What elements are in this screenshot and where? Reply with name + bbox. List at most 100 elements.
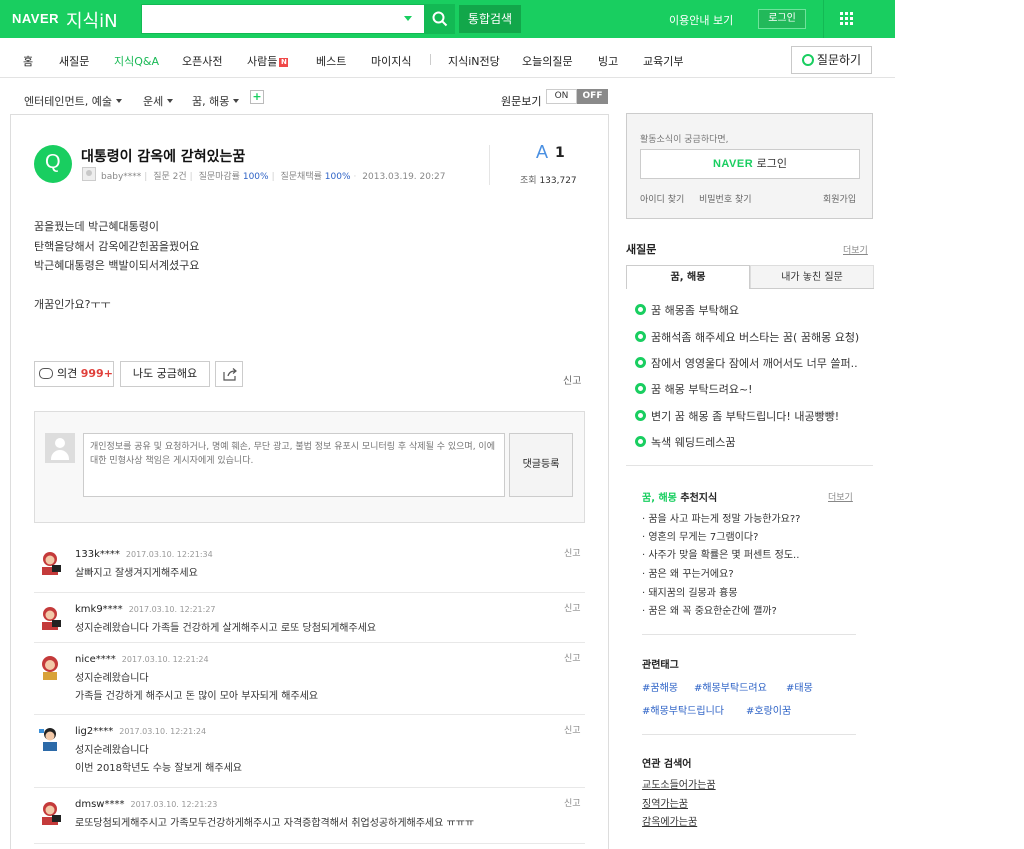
recommended-item[interactable]: · 돼지꿈의 길몽과 흉몽 <box>642 584 738 599</box>
new-badge: N <box>279 58 289 67</box>
nav-home[interactable]: 홈 <box>23 53 33 69</box>
reply-line: 가족들 건강하게 해주시고 돈 많이 모아 부자되게 해주세요 <box>75 691 319 702</box>
login-button[interactable]: 로그인 <box>758 9 806 29</box>
reply-author[interactable]: dmsw**** <box>75 799 124 810</box>
breadcrumb-dream[interactable]: 꿈, 해몽 <box>192 93 240 109</box>
tab-dream-interpretation[interactable]: 꿈, 해몽 <box>626 265 750 289</box>
chevron-down-icon <box>167 99 174 103</box>
question-badge-letter: Q <box>45 151 61 173</box>
reply-author[interactable]: 133k**** <box>75 549 120 560</box>
nav-people[interactable]: 사람들 N <box>247 53 289 69</box>
tag-link[interactable]: #해몽부탁드립니다 <box>642 702 724 717</box>
comment-input[interactable] <box>83 433 505 497</box>
recommended-item[interactable]: · 사주가 맞을 확률은 몇 퍼센트 정도.. <box>642 546 799 561</box>
search-input[interactable] <box>142 5 392 33</box>
related-keyword-link[interactable]: 교도소들어가는꿈 <box>642 776 716 791</box>
app-grid-icon[interactable] <box>840 12 854 26</box>
reply-line: 이번 2018학년도 수능 잘보게 해주세요 <box>75 763 242 774</box>
tab-missed-questions[interactable]: 내가 놓친 질문 <box>750 265 874 289</box>
reply-author[interactable]: lig2**** <box>75 726 113 737</box>
reply-header: dmsw**** 2017.03.10. 12:21:23 <box>75 799 217 810</box>
report-reply-link[interactable]: 신고 <box>564 601 581 614</box>
nav-best[interactable]: 베스트 <box>316 53 346 69</box>
recommended-item[interactable]: · 꿈은 왜 꼭 중요한순간에 깰까? <box>642 602 777 617</box>
close-rate: 100% <box>242 172 269 182</box>
report-question-link[interactable]: 신고 <box>563 372 581 387</box>
author-avatar[interactable] <box>82 167 96 181</box>
integrated-search-button[interactable]: 통합검색 <box>459 5 521 33</box>
new-question-item[interactable]: 잠에서 영영울다 잠에서 깨어서도 너무 쓸퍼.. <box>635 355 858 371</box>
reply-author[interactable]: kmk9**** <box>75 604 123 615</box>
recommended-item[interactable]: · 영혼의 무게는 7그램이다? <box>642 528 758 543</box>
opinion-button[interactable]: 의견 999+ <box>34 361 114 387</box>
reply-line: 성지순례왔습니다 가족들 건강하게 살게해주시고 로또 당첨되게해주세요 <box>75 623 377 634</box>
tag-link[interactable]: #태몽 <box>786 679 813 694</box>
reply-line: 로또당첨되게해주시고 가족모두건강하게해주시고 자격증합격해서 취업성공하게해주… <box>75 818 475 829</box>
view-number: 133,727 <box>539 176 577 186</box>
opinion-count: 999+ <box>80 367 113 380</box>
nav-kin-qa[interactable]: 지식Q&A <box>114 53 159 69</box>
crumb-label: 운세 <box>143 95 164 108</box>
user-avatar-icon <box>45 433 75 463</box>
new-question-item[interactable]: 꿈 해몽 부탁드려요~! <box>635 381 753 397</box>
reply-header: lig2**** 2017.03.10. 12:21:24 <box>75 726 206 737</box>
breadcrumb-entertainment[interactable]: 엔터테인먼트, 예술 <box>24 93 122 109</box>
recommended-item[interactable]: · 꿈을 사고 파는게 정말 가능한가요?? <box>642 510 801 525</box>
recommended-more-link[interactable]: 더보기 <box>828 490 853 503</box>
kin-logo[interactable]: 지식iN <box>66 7 118 33</box>
nav-hall-of-fame[interactable]: 지식iN전당 <box>448 53 500 69</box>
me-too-curious-button[interactable]: 나도 궁금해요 <box>120 361 210 387</box>
answer-count[interactable]: 1 <box>555 145 565 161</box>
join-link[interactable]: 회원가입 <box>823 192 856 205</box>
new-question-item[interactable]: 녹색 웨딩드레스꿈 <box>635 434 735 450</box>
nav-education-donation[interactable]: 교육기부 <box>643 53 683 69</box>
report-reply-link[interactable]: 신고 <box>564 651 581 664</box>
new-question-item[interactable]: 변기 꿈 해몽 좀 부탁드립니다! 내공빵빵! <box>635 408 839 424</box>
author-id[interactable]: baby**** <box>101 172 141 182</box>
nav-today-question[interactable]: 오늘의질문 <box>522 53 573 69</box>
report-reply-link[interactable]: 신고 <box>564 796 581 809</box>
comment-write-area: 댓글등록 <box>34 411 585 523</box>
ask-question-button[interactable]: 질문하기 <box>791 46 872 74</box>
naver-login-button[interactable]: NAVER 로그인 <box>640 149 860 179</box>
find-password-link[interactable]: 비밀번호 찾기 <box>699 192 752 205</box>
original-view-off-toggle[interactable]: OFF <box>577 89 608 104</box>
share-icon <box>223 368 237 381</box>
new-question-label: 변기 꿈 해몽 좀 부탁드립니다! 내공빵빵! <box>651 410 840 423</box>
nav-my-kin[interactable]: 마이지식 <box>371 53 411 69</box>
related-tags-title: 관련태그 <box>642 660 679 671</box>
speech-bubble-icon <box>39 368 53 379</box>
related-keyword-link[interactable]: 징역가는꿈 <box>642 795 688 810</box>
search-dropdown-icon[interactable] <box>404 16 412 21</box>
breadcrumb-fortune[interactable]: 운세 <box>143 93 174 109</box>
original-view-on-toggle[interactable]: ON <box>546 89 577 104</box>
reply-line: 살빠지고 잘생겨지게해주세요 <box>75 568 198 579</box>
nav-bingo[interactable]: 빙고 <box>598 53 618 69</box>
naver-logo[interactable]: NAVER <box>12 11 59 26</box>
guide-link[interactable]: 이용안내 보기 <box>669 12 733 28</box>
divider <box>642 734 856 735</box>
search-button[interactable] <box>425 4 455 34</box>
reply-header: nice**** 2017.03.10. 12:21:24 <box>75 654 209 665</box>
recommended-item[interactable]: · 꿈은 왜 꾸는거에요? <box>642 565 734 580</box>
related-keyword-link[interactable]: 감옥에가는꿈 <box>642 813 697 828</box>
tag-link[interactable]: #해몽부탁드려요 <box>694 679 767 694</box>
add-interest-button[interactable]: + <box>250 90 264 104</box>
reply-author[interactable]: nice**** <box>75 654 116 665</box>
nav-open-dictionary[interactable]: 오픈사전 <box>182 53 222 69</box>
reply-date: 2017.03.10. 12:21:24 <box>121 655 209 664</box>
reply-item: dmsw**** 2017.03.10. 12:21:23 로또당첨되게해주시고 … <box>34 788 585 844</box>
body-line: 개꿈인가요?ㅜㅜ <box>34 298 111 311</box>
find-id-link[interactable]: 아이디 찾기 <box>640 192 684 205</box>
report-reply-link[interactable]: 신고 <box>564 546 581 559</box>
tag-link[interactable]: #호랑이꿈 <box>746 702 791 717</box>
new-question-item[interactable]: 꿈 해몽좀 부탁해요 <box>635 302 739 318</box>
submit-comment-button[interactable]: 댓글등록 <box>509 433 573 497</box>
nav-new-question[interactable]: 새질문 <box>59 53 89 69</box>
new-questions-more-link[interactable]: 더보기 <box>843 243 868 256</box>
report-reply-link[interactable]: 신고 <box>564 723 581 736</box>
tag-link[interactable]: #꿈해몽 <box>642 679 678 694</box>
close-rate-label: 질문마감률 <box>198 172 240 182</box>
new-question-item[interactable]: 꿈해석좀 해주세요 버스타는 꿈( 꿈해몽 요청) <box>635 329 859 345</box>
share-button[interactable] <box>215 361 243 387</box>
